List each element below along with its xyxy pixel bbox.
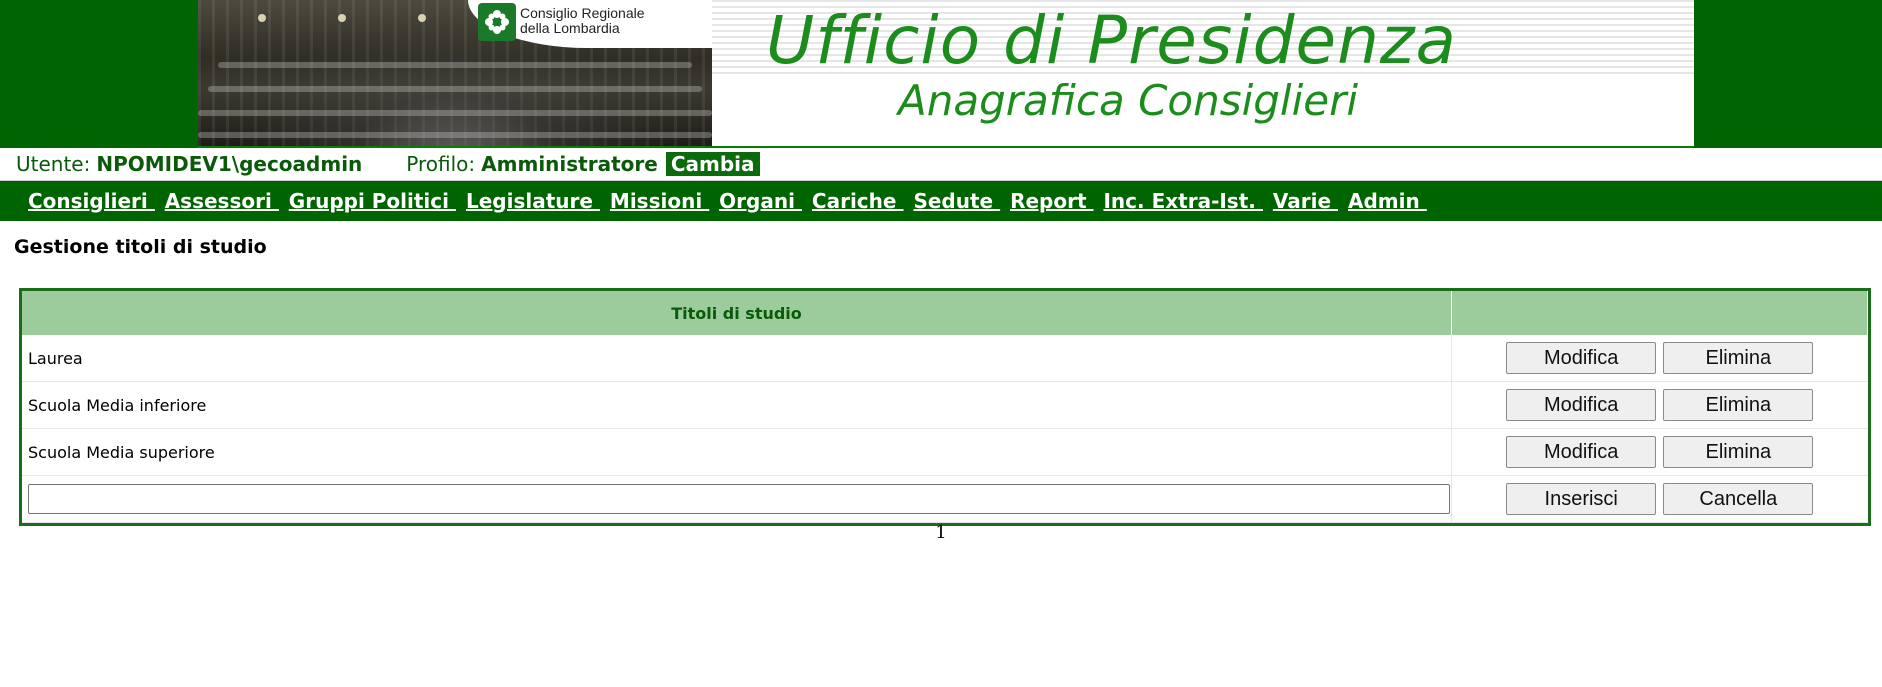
lamp-icon (338, 14, 346, 22)
nav-consiglieri[interactable]: Consiglieri (28, 189, 155, 213)
nav-assessori[interactable]: Assessori (165, 189, 279, 213)
lamp-icon (258, 14, 266, 22)
lombardia-rose-icon (478, 3, 516, 41)
edit-button[interactable]: Modifica (1506, 342, 1657, 374)
delete-button[interactable]: Elimina (1663, 436, 1814, 468)
new-title-cell (22, 475, 1452, 523)
column-header-titles: Titoli di studio (22, 291, 1452, 335)
table-row: Scuola Media inferiore Modifica Elimina (22, 381, 1868, 429)
logo-line2: della Lombardia (520, 20, 620, 36)
nav-gruppi-politici[interactable]: Gruppi Politici (289, 189, 456, 213)
table-header-row: Titoli di studio (22, 291, 1868, 335)
page-number[interactable]: 1 (935, 522, 946, 543)
profile-label: Profilo: (406, 152, 476, 176)
desk-row (198, 132, 712, 138)
profile-value: Amministratore (481, 152, 658, 176)
pager: 1 (0, 522, 1882, 543)
nav-legislature[interactable]: Legislature (466, 189, 600, 213)
nav-organi[interactable]: Organi (719, 189, 802, 213)
user-bar: Utente: NPOMIDEV1\gecoadmin Profilo: Amm… (0, 148, 1882, 181)
titles-grid: Titoli di studio Laurea Modifica Elimina… (19, 288, 1871, 526)
row-actions: Modifica Elimina (1451, 428, 1868, 476)
desk-row (218, 62, 692, 68)
desk-row (208, 86, 702, 92)
title-name: Scuola Media superiore (22, 428, 1452, 476)
insert-actions: Inserisci Cancella (1451, 475, 1868, 523)
table-row: Laurea Modifica Elimina (22, 335, 1868, 382)
banner: Consiglio Regionale della Lombardia Uffi… (198, 0, 1694, 148)
user-value: NPOMIDEV1\gecoadmin (96, 152, 363, 176)
edit-button[interactable]: Modifica (1506, 389, 1657, 421)
nav-missioni[interactable]: Missioni (610, 189, 709, 213)
page-title: Gestione titoli di studio (14, 236, 267, 258)
row-actions: Modifica Elimina (1451, 335, 1868, 382)
table-row: Scuola Media superiore Modifica Elimina (22, 428, 1868, 476)
insert-row: Inserisci Cancella (22, 475, 1868, 523)
nav-sedute[interactable]: Sedute (913, 189, 1000, 213)
logo-text: Consiglio Regionale della Lombardia (520, 6, 645, 36)
delete-button[interactable]: Elimina (1663, 389, 1814, 421)
nav-cariche[interactable]: Cariche (812, 189, 904, 213)
new-title-input[interactable] (28, 484, 1450, 514)
page-header: Consiglio Regionale della Lombardia Uffi… (0, 0, 1882, 148)
title-name: Scuola Media inferiore (22, 381, 1452, 429)
logo-line1: Consiglio Regionale (520, 5, 645, 21)
titles-table: Titoli di studio Laurea Modifica Elimina… (22, 291, 1868, 523)
banner-title: Ufficio di Presidenza (766, 2, 1457, 79)
row-actions: Modifica Elimina (1451, 381, 1868, 429)
column-header-actions (1451, 291, 1868, 335)
desk-row (198, 110, 712, 116)
cancel-button[interactable]: Cancella (1663, 483, 1814, 515)
lamp-icon (418, 14, 426, 22)
change-profile-link[interactable]: Cambia (665, 152, 760, 176)
nav-admin[interactable]: Admin (1348, 189, 1427, 213)
user-label: Utente: (16, 152, 91, 176)
insert-button[interactable]: Inserisci (1506, 483, 1657, 515)
banner-subtitle: Anagrafica Consiglieri (898, 76, 1359, 125)
title-name: Laurea (22, 335, 1452, 382)
delete-button[interactable]: Elimina (1663, 342, 1814, 374)
nav-inc-extra-ist[interactable]: Inc. Extra-Ist. (1103, 189, 1262, 213)
nav-varie[interactable]: Varie (1273, 189, 1338, 213)
main-nav: Consiglieri Assessori Gruppi Politici Le… (0, 181, 1882, 221)
nav-report[interactable]: Report (1010, 189, 1093, 213)
edit-button[interactable]: Modifica (1506, 436, 1657, 468)
